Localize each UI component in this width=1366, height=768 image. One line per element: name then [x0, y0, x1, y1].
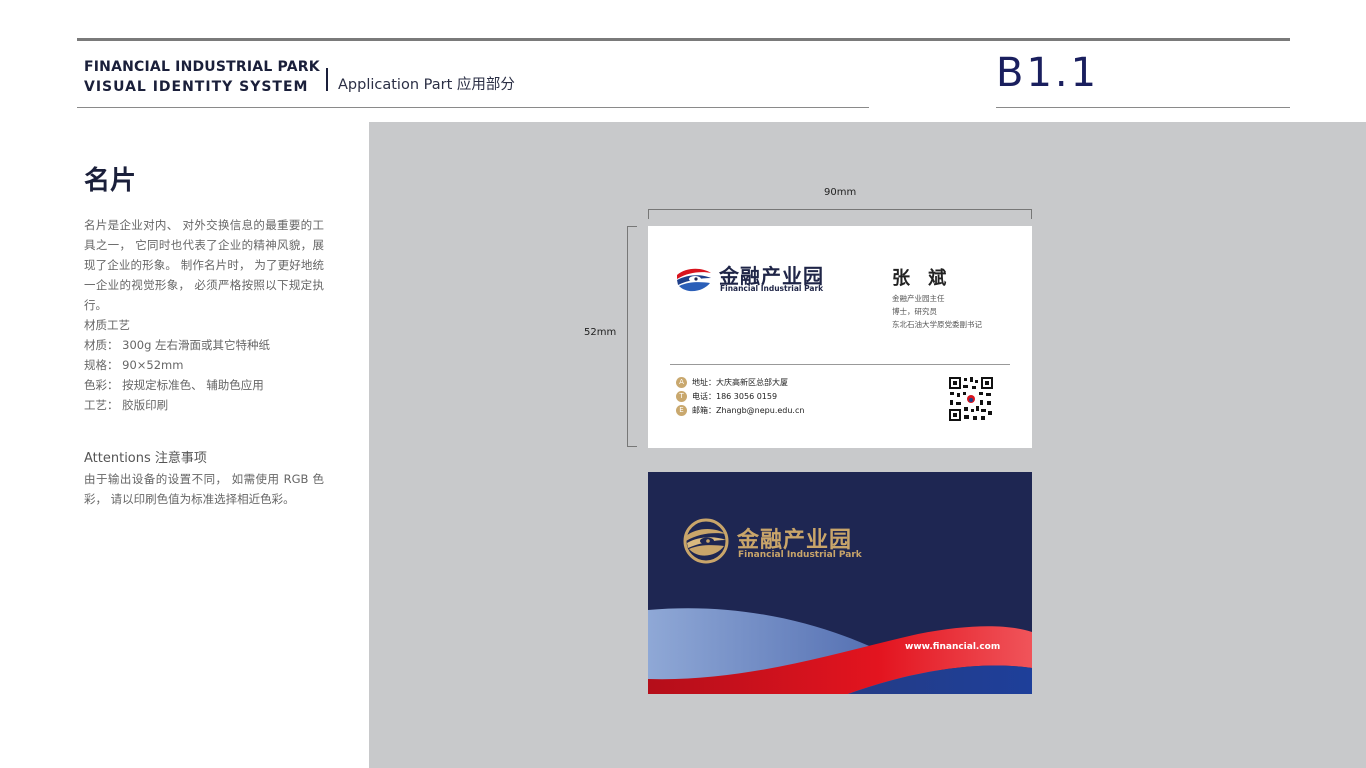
top-rule: [77, 38, 1290, 41]
height-dimension-tick-bottom: [627, 446, 637, 447]
brand-line-1: FINANCIAL INDUSTRIAL PARK: [84, 59, 320, 75]
card-front-logo-en: Financial Industrial Park: [720, 284, 824, 293]
person-title-1: 金融产业园主任: [892, 294, 945, 303]
attention-text: 由于输出设备的设置不同， 如需使用 RGB 色彩， 请以印刷色值为标准选择相近色…: [84, 472, 324, 506]
brand-title: FINANCIAL INDUSTRIAL PARK VISUAL IDENTIT…: [84, 57, 320, 97]
card-back-logo-en: Financial Industrial Park: [738, 550, 862, 560]
phone-icon: T: [676, 391, 687, 402]
height-dimension-line: [627, 226, 628, 447]
park-logo-gold-icon: [683, 518, 729, 564]
spec-size: 规格： 90×52mm: [84, 358, 184, 372]
business-card-front: 金融产业园 Financial Industrial Park 张 斌 金融产业…: [648, 226, 1032, 448]
card-divider: [670, 364, 1010, 365]
spec-process: 工艺： 胶版印刷: [84, 398, 169, 412]
person-title-3: 东北石油大学原党委副书记: [892, 320, 982, 329]
park-logo-icon: [676, 261, 712, 297]
page-code: B1.1: [996, 50, 1100, 96]
brand-line-2: VISUAL IDENTITY SYSTEM: [84, 79, 309, 95]
page-title: 名片: [84, 166, 137, 196]
business-card-back: 金融产业园 Financial Industrial Park www.fina…: [648, 472, 1032, 694]
qr-code-icon: [948, 376, 994, 422]
address-icon: A: [676, 377, 687, 388]
width-dimension-line: [648, 209, 1032, 210]
person-name: 张 斌: [892, 268, 953, 289]
person-title-2: 博士，研究员: [892, 307, 937, 316]
email-text: 邮箱：Zhangb@nepu.edu.cn: [692, 406, 805, 415]
address-text: 地址：大庆高新区总部大厦: [692, 378, 788, 387]
left-column: 名片 名片是企业对内、 对外交换信息的最重要的工具之一， 它同时也代表了企业的精…: [84, 160, 324, 509]
width-dimension-label: 90mm: [824, 187, 857, 198]
website-url: www.financial.com: [905, 642, 1001, 652]
width-dimension-tick-right: [1031, 209, 1032, 219]
contact-address: A 地址：大庆高新区总部大厦: [676, 377, 788, 388]
email-icon: E: [676, 405, 687, 416]
spec-heading: 材质工艺: [84, 318, 130, 332]
attention-title: Attentions 注意事项: [84, 451, 207, 466]
header-divider: [326, 68, 328, 91]
wave-decoration: [648, 608, 1032, 694]
header-rule-left: [77, 107, 869, 108]
spec-material: 材质： 300g 左右滑面或其它特种纸: [84, 338, 271, 352]
header-rule-right: [996, 107, 1290, 108]
spec-color: 色彩： 按规定标准色、 辅助色应用: [84, 378, 264, 392]
contact-email: E 邮箱：Zhangb@nepu.edu.cn: [676, 405, 804, 416]
height-dimension-tick-top: [627, 226, 637, 227]
phone-text: 电话：186 3056 0159: [692, 392, 778, 401]
description-text: 名片是企业对内、 对外交换信息的最重要的工具之一， 它同时也代表了企业的精神风貌…: [84, 218, 324, 312]
section-label: Application Part 应用部分: [338, 77, 515, 93]
width-dimension-tick-left: [648, 209, 649, 219]
height-dimension-label: 52mm: [584, 327, 617, 338]
contact-phone: T 电话：186 3056 0159: [676, 391, 777, 402]
